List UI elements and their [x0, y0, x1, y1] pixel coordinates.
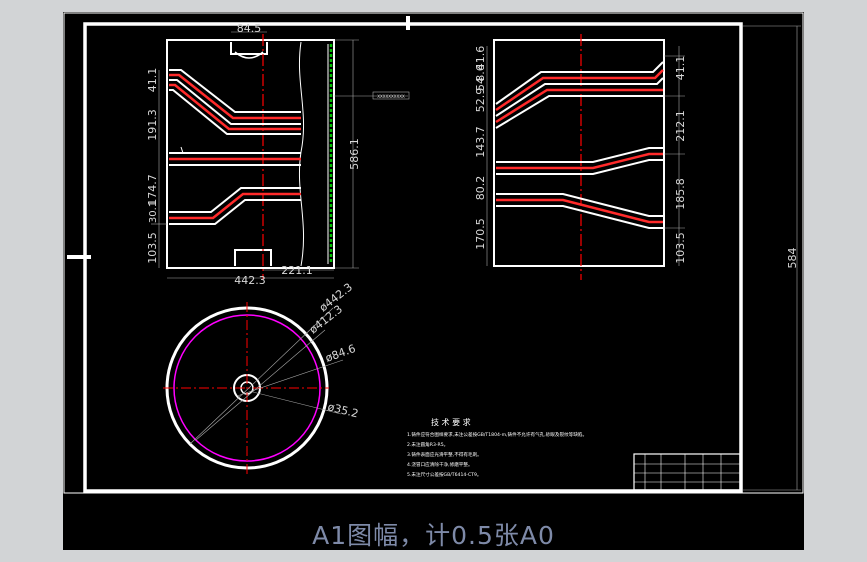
bottom-dim-35-2: ø35.2: [326, 400, 359, 420]
notes-line-5: 5.未注尺寸公差按GB/T6414-CT9。: [407, 471, 481, 478]
front-dim-221-1: 221.1: [281, 264, 313, 277]
side-channel-1b-core: [495, 88, 663, 124]
side-channel-3-bottom: [496, 205, 663, 229]
front-channel-3-core: [169, 192, 301, 220]
notes-line-3: 3.铸件表面应光滑平整,不得有毛刺。: [407, 451, 482, 458]
title-block-frame: [633, 453, 741, 491]
front-channel-1-top: [169, 69, 301, 113]
sheet-size-caption: A1图幅，计0.5张A0: [312, 521, 555, 550]
side-dim-185-8: 185.8: [674, 178, 687, 210]
cad-drawing: 584 84.5 41.1 191.3 174.7 30.1 103.5 586…: [63, 12, 804, 494]
front-dim-41-1: 41.1: [146, 68, 159, 93]
side-view-outline: [493, 39, 665, 267]
top-center-mark: [406, 16, 410, 30]
overall-dim-label: 584: [786, 248, 799, 269]
front-dim-30-1: 30.1: [148, 201, 159, 223]
notes-line-4: 4.浇冒口应清除干净,修磨平整。: [407, 461, 473, 468]
front-bottom-handle: [234, 249, 272, 266]
title-block: [633, 453, 741, 491]
front-dim-103-5: 103.5: [146, 232, 159, 264]
notes-line-2: 2.未注圆角R3-R5。: [407, 441, 448, 448]
notes-title: 技 术 要 求: [431, 417, 471, 427]
front-dim-191-3: 191.3: [146, 109, 159, 141]
side-dim-52-9: 52.9: [474, 88, 487, 113]
front-view: 84.5 41.1 191.3 174.7 30.1 103.5 586.1 4…: [146, 22, 410, 287]
bottom-leader-412: [195, 329, 326, 441]
side-channel-2-top: [496, 147, 663, 163]
side-dim-212-1: 212.1: [674, 110, 687, 142]
bottom-view: ø442.3 ø412.3 ø84.6 ø35.2: [163, 281, 360, 474]
side-view: 41.6 8.6 54 52.9 143.7 80.2 170.5 41.1 2…: [474, 34, 687, 280]
side-dim-103-5: 103.5: [674, 232, 687, 264]
side-dim-41-1: 41.1: [674, 56, 687, 81]
front-dim-586-1: 586.1: [348, 138, 361, 170]
side-dim-143-7: 143.7: [474, 126, 487, 158]
front-dim-84-5: 84.5: [237, 22, 262, 35]
front-dim-442-3: 442.3: [234, 274, 266, 287]
bottom-dim-84-6: ø84.6: [324, 342, 358, 365]
technical-notes: 技 术 要 求 1.铸件应符合图样要求,未注公差按GB/T1804-m,铸件不允…: [407, 417, 587, 478]
left-center-mark: [67, 255, 91, 259]
drawing-viewport: 584 84.5 41.1 191.3 174.7 30.1 103.5 586…: [63, 12, 804, 550]
notes-line-1: 1.铸件应符合图样要求,未注公差按GB/T1804-m,铸件不允许有气孔,砂眼及…: [407, 431, 587, 438]
side-dim-80-2: 80.2: [474, 176, 487, 201]
front-callout-text: XXXXXXXXXX: [377, 94, 405, 99]
drawing-frame: [83, 22, 743, 493]
front-channel-1b-core: [169, 83, 301, 131]
side-dim-170-5: 170.5: [474, 218, 487, 250]
